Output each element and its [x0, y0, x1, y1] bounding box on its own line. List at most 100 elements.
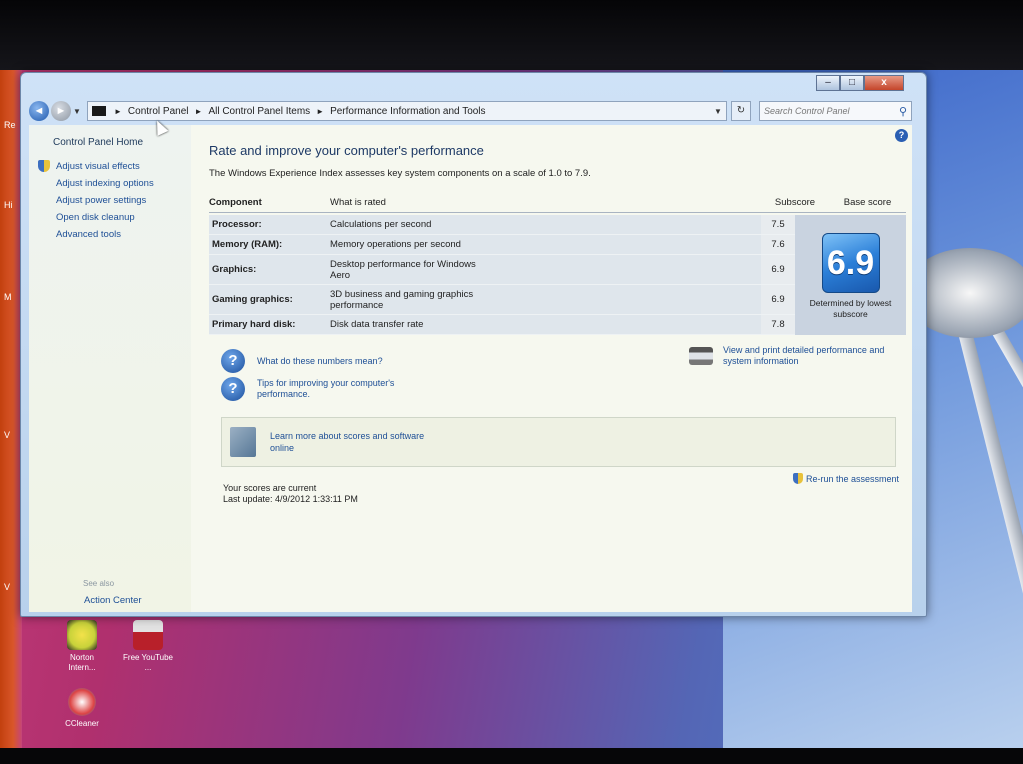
close-button[interactable]: x [864, 75, 904, 91]
component-name: Graphics: [212, 264, 257, 275]
help-icon[interactable]: ? [895, 129, 908, 142]
header-component: Component [209, 197, 262, 208]
component-rated: Desktop performance for Windows Aero [330, 258, 476, 281]
shield-icon [793, 473, 803, 484]
component-subscore: 6.9 [761, 255, 795, 284]
experience-index-table: Component What is rated Subscore Base sc… [209, 197, 906, 335]
sidebar-item-label: Adjust visual effects [56, 160, 140, 172]
search-input[interactable]: Search Control Panel ⚲ [759, 101, 912, 121]
rerun-assessment-link[interactable]: Re-run the assessment [793, 473, 899, 484]
desktop-edge-label: V [4, 430, 11, 440]
assessment-status: Your scores are current Last update: 4/9… [223, 483, 912, 505]
address-dropdown-icon[interactable]: ▼ [710, 107, 726, 116]
scores-current-text: Your scores are current [223, 483, 317, 493]
link-label: View and print detailed performance and … [723, 345, 885, 366]
breadcrumb-all-items[interactable]: All Control Panel Items [208, 106, 310, 117]
minimize-button[interactable]: – [816, 75, 840, 91]
table-rows: Processor: Calculations per second 7.5 M… [209, 215, 795, 335]
header-base-score: Base score [843, 197, 892, 208]
component-subscore: 7.5 [761, 215, 795, 234]
header-what-is-rated: What is rated [330, 197, 386, 208]
breadcrumb-control-panel[interactable]: Control Panel [128, 106, 189, 117]
ccleaner-icon [68, 688, 96, 716]
software-info-icon [230, 427, 256, 457]
table-row: Processor: Calculations per second 7.5 [209, 215, 795, 235]
link-learn-more[interactable]: Learn more about scores and software onl… [270, 430, 450, 454]
breadcrumb-separator[interactable]: ► [316, 107, 324, 116]
desktop-edge-label: Hi [4, 200, 13, 210]
desktop-icon-ccleaner[interactable]: CCleaner [56, 688, 108, 728]
desktop-icon-label: Norton Intern... [68, 653, 96, 672]
rerun-label: Re-run the assessment [806, 473, 900, 484]
component-rated: 3D business and gaming graphics performa… [330, 288, 474, 311]
norton-icon [67, 620, 97, 650]
monitor-bezel-top [0, 0, 1023, 70]
component-name: Gaming graphics: [212, 294, 293, 305]
control-panel-window: – □ x ◄ ► ▼ ► Control Panel ► All Contro… [20, 72, 927, 617]
forward-button[interactable]: ► [51, 101, 71, 121]
shield-icon [38, 160, 50, 172]
component-name: Primary hard disk: [212, 319, 296, 330]
address-bar[interactable]: ► Control Panel ► All Control Panel Item… [87, 101, 727, 121]
last-update-text: Last update: 4/9/2012 1:33:11 PM [223, 494, 358, 504]
maximize-button[interactable]: □ [840, 75, 864, 91]
desktop-edge-label: Re [4, 120, 16, 130]
component-name: Processor: [212, 219, 262, 230]
desktop-icon-norton[interactable]: Norton Intern... [56, 620, 108, 673]
link-view-print-details[interactable]: View and print detailed performance and … [689, 345, 909, 367]
desktop-icon-row: Norton Intern... Free YouTube ... [56, 620, 174, 673]
sidebar-item-advanced-tools[interactable]: Advanced tools [29, 229, 191, 240]
refresh-button[interactable]: ↻ [731, 101, 751, 121]
sidebar: Control Panel Home Adjust visual effects… [29, 125, 191, 612]
youtube-downloader-icon [133, 620, 163, 650]
search-icon[interactable]: ⚲ [899, 105, 907, 118]
desktop-edge-label: V [4, 582, 11, 592]
component-subscore: 7.6 [761, 235, 795, 254]
desktop-icon-label: Free YouTube ... [123, 653, 173, 672]
sidebar-item-home[interactable]: Control Panel Home [29, 137, 191, 148]
table-row: Memory (RAM): Memory operations per seco… [209, 235, 795, 255]
help-links: ? What do these numbers mean? ? Tips for… [209, 345, 906, 409]
table-body: Processor: Calculations per second 7.5 M… [209, 215, 906, 335]
desktop-icon-youtube[interactable]: Free YouTube ... [122, 620, 174, 673]
back-button[interactable]: ◄ [29, 101, 49, 121]
component-name: Memory (RAM): [212, 239, 283, 250]
table-header: Component What is rated Subscore Base sc… [209, 197, 906, 213]
content-area: Control Panel Home Adjust visual effects… [29, 125, 912, 612]
sidebar-item-indexing[interactable]: Adjust indexing options [29, 178, 191, 189]
page-title: Rate and improve your computer's perform… [209, 143, 484, 158]
component-rated: Disk data transfer rate [330, 319, 424, 330]
monitor-bezel-bottom [0, 748, 1023, 764]
question-icon: ? [221, 349, 245, 373]
base-score-badge: 6.9 [821, 233, 880, 293]
sidebar-item-disk-cleanup[interactable]: Open disk cleanup [29, 212, 191, 223]
link-label: What do these numbers mean? [257, 355, 383, 366]
sidebar-item-visual-effects[interactable]: Adjust visual effects [29, 160, 191, 172]
learn-more-panel: Learn more about scores and software onl… [221, 417, 896, 467]
control-panel-icon [92, 106, 106, 116]
desktop-icon-label: CCleaner [65, 719, 99, 728]
breadcrumb-separator[interactable]: ► [195, 107, 203, 116]
breadcrumb-separator[interactable]: ► [114, 107, 122, 116]
link-what-numbers-mean[interactable]: ? What do these numbers mean? [221, 349, 383, 373]
base-score-note: Determined by lowest subscore [809, 298, 892, 319]
desktop-left-edge: Re Hi M V V [0, 70, 22, 750]
link-label: Tips for improving your computer's perfo… [257, 378, 395, 399]
recent-pages-dropdown[interactable]: ▼ [73, 107, 83, 116]
component-rated: Memory operations per second [330, 239, 461, 250]
table-row: Graphics: Desktop performance for Window… [209, 255, 795, 285]
sidebar-item-power[interactable]: Adjust power settings [29, 195, 191, 206]
breadcrumb-performance[interactable]: Performance Information and Tools [330, 106, 485, 117]
main-panel: ? Rate and improve your computer's perfo… [191, 125, 912, 612]
table-row: Gaming graphics: 3D business and gaming … [209, 285, 795, 315]
page-description: The Windows Experience Index assesses ke… [209, 168, 591, 179]
desktop-edge-label: M [4, 292, 12, 302]
component-rated: Calculations per second [330, 219, 432, 230]
see-also-heading: See also [83, 579, 115, 588]
link-tips-improving[interactable]: ? Tips for improving your computer's per… [221, 377, 441, 401]
sidebar-item-action-center[interactable]: Action Center [84, 595, 142, 606]
question-icon: ? [221, 377, 245, 401]
printer-icon [689, 347, 713, 365]
base-score-panel: 6.9 Determined by lowest subscore [795, 215, 906, 335]
window-caption-buttons: – □ x [816, 75, 904, 91]
